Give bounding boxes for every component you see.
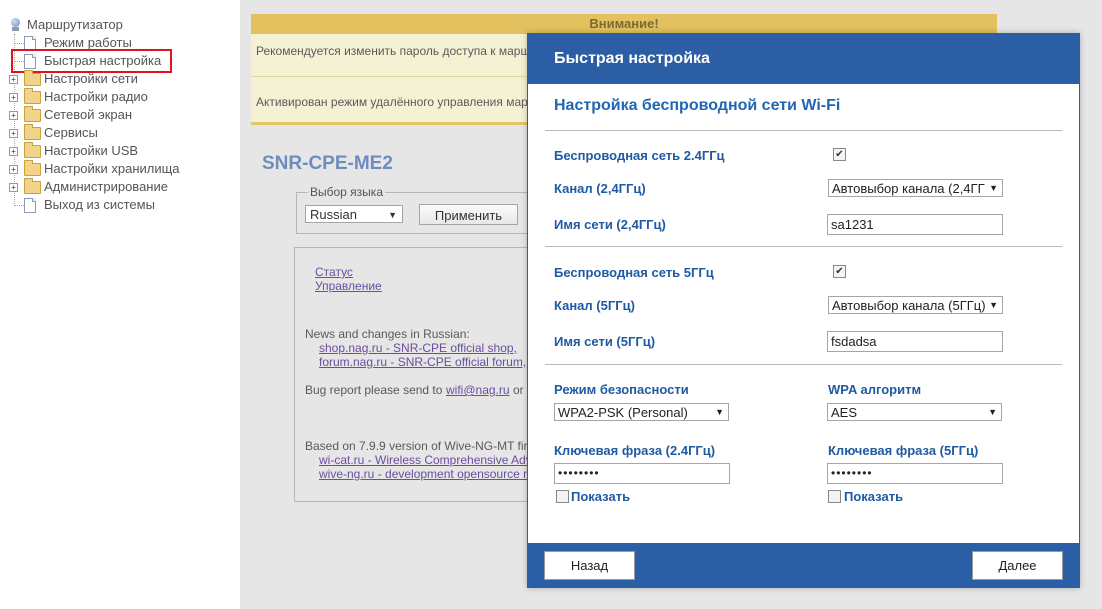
wifi24-label: Беспроводная сеть 2.4ГГц [554,148,725,163]
forum-link[interactable]: forum.nag.ru - SNR-CPE official forum, [319,355,526,369]
show-key5-checkbox[interactable] [828,490,841,503]
dropdown-arrow-icon: ▼ [989,183,998,193]
sidebar-item-administration[interactable]: + Администрирование [0,178,200,196]
wicat-link[interactable]: wi-cat.ru - Wireless Comprehensive Adv [319,453,532,467]
folder-icon [24,106,41,122]
sidebar-item-label: Сетевой экран [44,107,133,122]
warning-title: Внимание! [251,14,997,34]
device-title: SNR-CPE-ME2 [262,153,393,174]
key24-label: Ключевая фраза (2.4ГГц) [554,443,716,458]
expand-plus-icon[interactable]: + [9,129,18,138]
sidebar-item-services[interactable]: + Сервисы [0,124,200,142]
warning-password-text: Рекомендуется изменить пароль доступа к … [256,44,531,58]
key5-label: Ключевая фраза (5ГГц) [828,443,979,458]
wifi24-checkbox[interactable]: ✔ [833,148,846,161]
security-mode-value: WPA2-PSK (Personal) [558,405,688,420]
tree-root-label: Маршрутизатор [27,17,123,32]
news-text: News and changes in Russian: [305,327,470,341]
wifi-section-title: Настройка беспроводной сети Wi-Fi [554,97,841,114]
channel24-select-value: Автовыбор канала (2,4ГГ [832,181,985,196]
key5-password-input[interactable]: •••••••• [827,463,1003,484]
bug-report-tail: or [513,383,524,397]
expand-plus-icon[interactable]: + [9,75,18,84]
expand-plus-icon[interactable]: + [9,183,18,192]
folder-icon [24,124,41,140]
ssid5-input[interactable]: fsdadsa [827,331,1003,352]
sidebar-item-logout[interactable]: Выход из системы [0,196,200,214]
dropdown-arrow-icon: ▼ [988,407,997,417]
next-button[interactable]: Далее [972,551,1063,580]
divider [545,364,1062,365]
ssid5-label: Имя сети (5ГГц) [554,334,656,349]
wiveng-link[interactable]: wive-ng.ru - development opensource r [319,467,527,481]
language-legend: Выбор языка [308,185,385,199]
sidebar-item-usb-settings[interactable]: + Настройки USB [0,142,200,160]
language-select[interactable]: Russian ▼ [305,205,403,223]
sidebar-item-label: Настройки радио [44,89,148,104]
sidebar-item-radio-settings[interactable]: + Настройки радио [0,88,200,106]
folder-icon [24,160,41,176]
channel5-select-value: Автовыбор канала (5ГГц) [832,298,986,313]
sidebar-item-storage-settings[interactable]: + Настройки хранилища [0,160,200,178]
sidebar-item-firewall[interactable]: + Сетевой экран [0,106,200,124]
folder-icon [24,70,41,86]
apply-button[interactable]: Применить [419,204,518,225]
show-key5-label[interactable]: Показать [844,489,903,504]
modal-title: Быстрая настройка [554,50,710,67]
show-key24-label[interactable]: Показать [571,489,630,504]
based-on-text: Based on 7.9.9 version of Wive-NG-MT fir [305,439,528,453]
divider [545,246,1062,247]
sidebar-item-label: Администрирование [44,179,168,194]
wpa-algorithm-value: AES [831,405,858,420]
wifi5-label: Беспроводная сеть 5ГГц [554,265,714,280]
key24-password-input[interactable]: •••••••• [554,463,730,484]
wifi5-checkbox[interactable]: ✔ [833,265,846,278]
channel24-select[interactable]: Автовыбор канала (2,4ГГ ▼ [828,179,1003,197]
dropdown-arrow-icon: ▼ [989,300,998,310]
expand-plus-icon[interactable]: + [9,147,18,156]
quick-setup-modal: Быстрая настройка Настройка беспроводной… [527,33,1080,588]
back-button[interactable]: Назад [544,551,635,580]
expand-plus-icon[interactable]: + [9,111,18,120]
ssid24-input[interactable]: sa1231 [827,214,1003,235]
ssid24-label: Имя сети (2,4ГГц) [554,217,666,232]
wpa-algorithm-select[interactable]: AES ▼ [827,403,1002,421]
folder-icon [24,142,41,158]
security-mode-select[interactable]: WPA2-PSK (Personal) ▼ [554,403,729,421]
channel5-select[interactable]: Автовыбор канала (5ГГц) ▼ [828,296,1003,314]
sidebar-item-label: Настройки USB [44,143,139,158]
language-select-value: Russian [310,207,357,222]
sidebar-item-network-settings[interactable]: + Настройки сети [0,70,200,88]
sidebar-item-label: Настройки сети [44,71,138,86]
bug-email-link[interactable]: wifi@nag.ru [446,383,510,397]
dropdown-arrow-icon: ▼ [388,210,397,220]
expand-plus-icon[interactable]: + [9,165,18,174]
router-icon [10,18,21,32]
divider [545,130,1062,131]
folder-icon [24,178,41,194]
control-link[interactable]: Управление [315,279,382,293]
dropdown-arrow-icon: ▼ [715,407,724,417]
sidebar-item-label: Настройки хранилища [44,161,180,176]
folder-icon [24,88,41,104]
sidebar-item-label: Выход из системы [44,197,155,212]
show-key24-checkbox[interactable] [556,490,569,503]
security-mode-label: Режим безопасности [554,382,689,397]
bug-report-text: Bug report please send to [305,383,443,397]
channel24-label: Канал (2,4ГГц) [554,181,646,196]
warning-remote-text: Активирован режим удалённого управления … [256,95,528,109]
wpa-algorithm-label: WPA алгоритм [828,382,922,397]
shop-link[interactable]: shop.nag.ru - SNR-CPE official shop, [319,341,517,355]
channel5-label: Канал (5ГГц) [554,298,635,313]
modal-footer: Назад Далее [528,543,1079,587]
status-link[interactable]: Статус [315,265,353,279]
page-icon [24,198,36,213]
expand-plus-icon[interactable]: + [9,93,18,102]
modal-header: Быстрая настройка [528,34,1079,84]
sidebar-item-label: Сервисы [44,125,98,140]
sidebar-tree: Маршрутизатор Режим работы Быстрая настр… [0,0,240,609]
